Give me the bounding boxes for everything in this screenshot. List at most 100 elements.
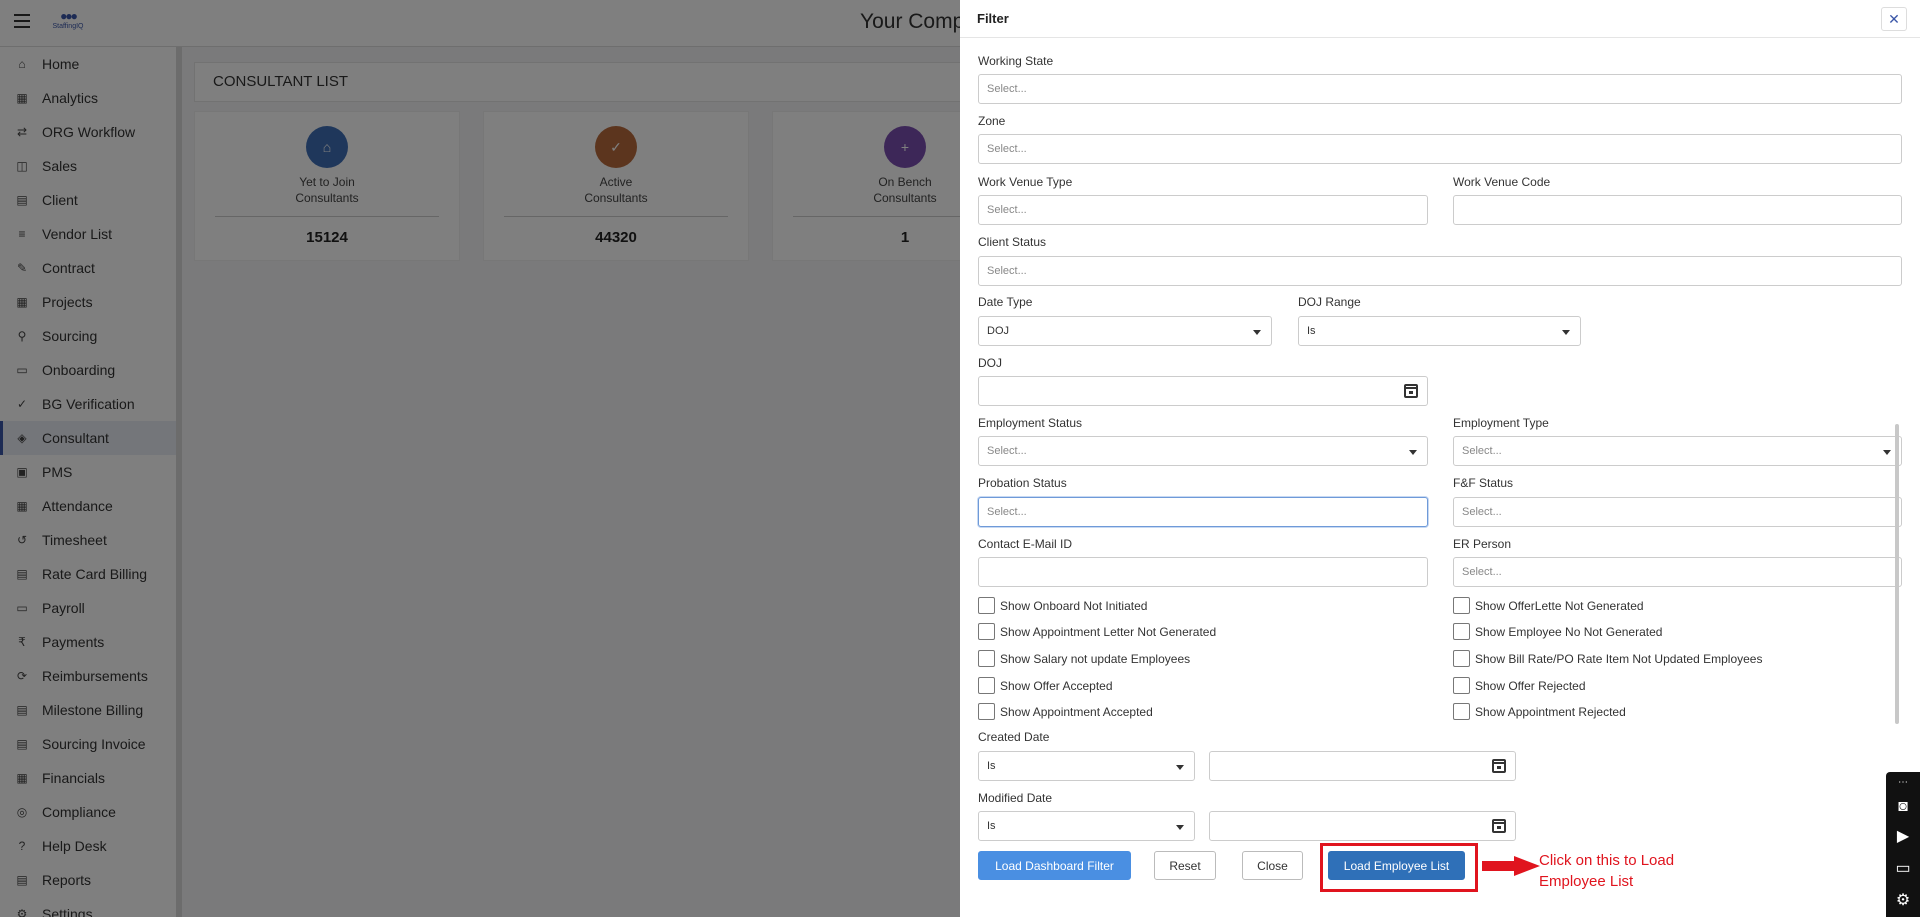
checkbox-offer-rejected[interactable]: Show Offer Rejected xyxy=(1453,677,1586,694)
selected-value: DOJ xyxy=(987,325,1009,337)
selected-value: Is xyxy=(987,760,996,772)
checkbox[interactable] xyxy=(1453,677,1470,694)
checkbox-employee-no-not-generated[interactable]: Show Employee No Not Generated xyxy=(1453,623,1662,640)
reset-button[interactable]: Reset xyxy=(1154,851,1216,880)
checkbox-label: Show Offer Accepted xyxy=(1000,678,1113,693)
employment-type-select[interactable]: Select... xyxy=(1453,436,1902,466)
checkbox-label: Show Offer Rejected xyxy=(1475,678,1586,693)
doj-date-input[interactable] xyxy=(978,376,1428,406)
recording-toolbar: ⋯ ◙ ▶ ▭ ⚙ xyxy=(1886,772,1920,917)
caret-down-icon xyxy=(1176,765,1184,770)
modified-date-label: Modified Date xyxy=(978,791,1053,805)
more-icon[interactable]: ⋯ xyxy=(1892,774,1914,792)
employment-status-label: Employment Status xyxy=(978,416,1083,430)
work-venue-code-label: Work Venue Code xyxy=(1453,175,1551,189)
filter-title: Filter xyxy=(977,11,1009,26)
placeholder: Select... xyxy=(987,445,1027,457)
calendar-icon[interactable] xyxy=(1492,819,1506,833)
checkbox-onboard-not-initiated[interactable]: Show Onboard Not Initiated xyxy=(978,597,1147,614)
work-venue-code-input[interactable] xyxy=(1453,195,1902,225)
ff-status-label: F&F Status xyxy=(1453,476,1514,490)
window-icon[interactable]: ▭ xyxy=(1892,860,1914,878)
checkbox-label: Show Bill Rate/PO Rate Item Not Updated … xyxy=(1475,651,1763,666)
checkbox[interactable] xyxy=(1453,650,1470,667)
checkbox[interactable] xyxy=(978,623,995,640)
load-employee-list-button[interactable]: Load Employee List xyxy=(1328,851,1465,880)
checkbox[interactable] xyxy=(978,703,995,720)
calendar-icon[interactable] xyxy=(1404,384,1418,398)
contact-email-label: Contact E-Mail ID xyxy=(978,537,1073,551)
checkbox-label: Show Appointment Letter Not Generated xyxy=(1000,624,1217,639)
close-button[interactable]: Close xyxy=(1242,851,1303,880)
checkbox-label: Show Onboard Not Initiated xyxy=(1000,598,1148,613)
filter-header: Filter ✕ xyxy=(960,0,1920,38)
checkbox-label: Show Appointment Rejected xyxy=(1475,704,1626,719)
checkbox[interactable] xyxy=(1453,623,1470,640)
zone-label: Zone xyxy=(978,114,1006,128)
placeholder: Select... xyxy=(987,143,1027,155)
zone-select[interactable]: Select... xyxy=(978,134,1902,164)
doj-range-select[interactable]: Is xyxy=(1298,316,1581,346)
created-date-input[interactable] xyxy=(1209,751,1516,781)
employment-type-label: Employment Type xyxy=(1453,416,1549,430)
er-person-select[interactable]: Select... xyxy=(1453,557,1902,587)
er-person-label: ER Person xyxy=(1453,537,1512,551)
placeholder: Select... xyxy=(987,506,1027,518)
client-status-select[interactable]: Select... xyxy=(978,256,1902,286)
probation-status-select[interactable]: Select... xyxy=(978,497,1428,527)
checkbox[interactable] xyxy=(978,597,995,614)
ff-status-select[interactable]: Select... xyxy=(1453,497,1902,527)
probation-status-label: Probation Status xyxy=(978,476,1067,490)
checkbox-bill-rate-not-updated[interactable]: Show Bill Rate/PO Rate Item Not Updated … xyxy=(1453,650,1762,667)
checkbox-label: Show Appointment Accepted xyxy=(1000,704,1153,719)
date-type-label: Date Type xyxy=(978,295,1033,309)
client-status-label: Client Status xyxy=(978,235,1047,249)
annotation-text: Click on this to Load Employee List xyxy=(1539,852,1675,890)
checkbox-appointment-accepted[interactable]: Show Appointment Accepted xyxy=(978,703,1153,720)
checkbox-label: Show Employee No Not Generated xyxy=(1475,624,1663,639)
selected-value: Is xyxy=(1307,325,1316,337)
placeholder: Select... xyxy=(1462,566,1502,578)
placeholder: Select... xyxy=(987,265,1027,277)
checkbox-appointment-rejected[interactable]: Show Appointment Rejected xyxy=(1453,703,1626,720)
checkbox[interactable] xyxy=(978,650,995,667)
caret-down-icon xyxy=(1409,450,1417,455)
doj-label: DOJ xyxy=(978,356,1002,370)
calendar-icon[interactable] xyxy=(1492,759,1506,773)
load-dashboard-filter-button[interactable]: Load Dashboard Filter xyxy=(978,851,1131,880)
date-type-select[interactable]: DOJ xyxy=(978,316,1272,346)
work-venue-type-select[interactable]: Select... xyxy=(978,195,1428,225)
contact-email-input[interactable] xyxy=(978,557,1428,587)
checkbox[interactable] xyxy=(1453,703,1470,720)
camera-icon[interactable]: ◙ xyxy=(1892,798,1914,816)
scrollbar[interactable] xyxy=(1895,424,1899,724)
placeholder: Select... xyxy=(987,83,1027,95)
checkbox-salary-not-update[interactable]: Show Salary not update Employees xyxy=(978,650,1190,667)
checkbox-offer-letter-not-generated[interactable]: Show OfferLette Not Generated xyxy=(1453,597,1644,614)
created-date-operator-select[interactable]: Is xyxy=(978,751,1195,781)
modified-date-input[interactable] xyxy=(1209,811,1516,841)
caret-down-icon xyxy=(1562,330,1570,335)
caret-down-icon xyxy=(1883,450,1891,455)
caret-down-icon xyxy=(1253,330,1261,335)
selected-value: Is xyxy=(987,820,996,832)
video-icon[interactable]: ▶ xyxy=(1892,828,1914,846)
placeholder: Select... xyxy=(987,204,1027,216)
close-icon[interactable]: ✕ xyxy=(1881,7,1907,31)
caret-down-icon xyxy=(1176,825,1184,830)
checkbox-label: Show OfferLette Not Generated xyxy=(1475,598,1644,613)
gear-icon[interactable]: ⚙ xyxy=(1892,892,1914,910)
work-venue-type-label: Work Venue Type xyxy=(978,175,1073,189)
checkbox-offer-accepted[interactable]: Show Offer Accepted xyxy=(978,677,1113,694)
working-state-label: Working State xyxy=(978,54,1054,68)
checkbox[interactable] xyxy=(978,677,995,694)
working-state-select[interactable]: Select... xyxy=(978,74,1902,104)
checkbox-label: Show Salary not update Employees xyxy=(1000,651,1191,666)
modified-date-operator-select[interactable]: Is xyxy=(978,811,1195,841)
created-date-label: Created Date xyxy=(978,730,1050,744)
checkbox[interactable] xyxy=(1453,597,1470,614)
placeholder: Select... xyxy=(1462,506,1502,518)
checkbox-appointment-letter-not-generated[interactable]: Show Appointment Letter Not Generated xyxy=(978,623,1216,640)
employment-status-select[interactable]: Select... xyxy=(978,436,1428,466)
doj-range-label: DOJ Range xyxy=(1298,295,1361,309)
